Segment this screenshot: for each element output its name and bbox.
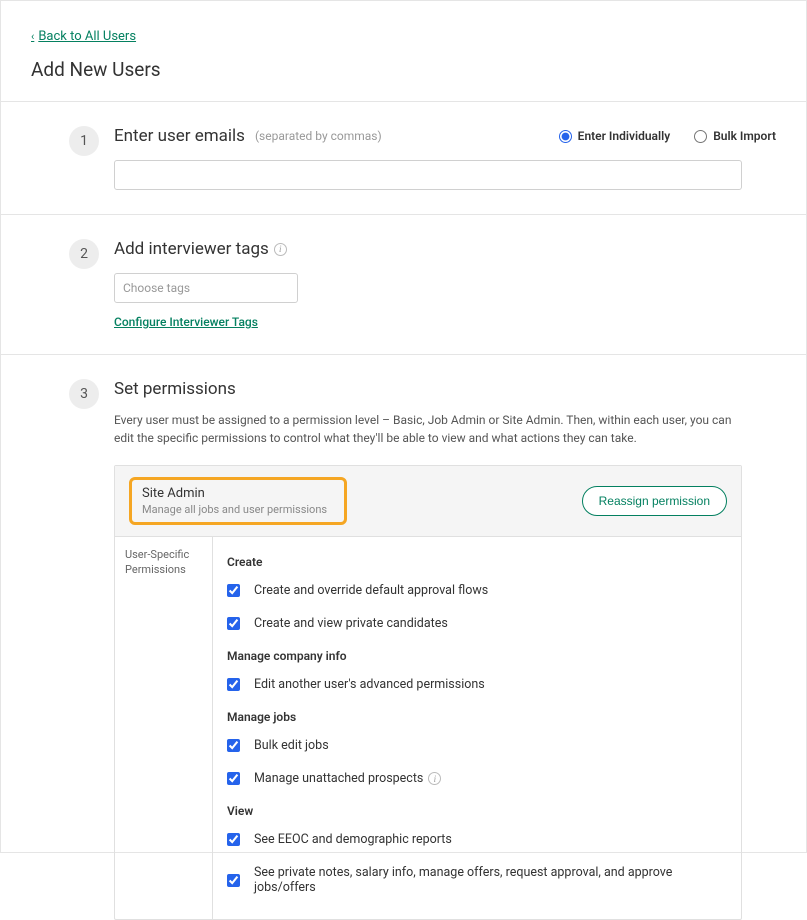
permissions-sidebar-label: User-Specific Permissions — [115, 537, 213, 919]
radio-enter-individually-label: Enter Individually — [578, 129, 671, 143]
perm-manage-unattached-prospects[interactable]: Manage unattached prospects i — [227, 771, 727, 786]
step-2-title-row: Add interviewer tags i — [114, 239, 776, 259]
permission-role-name: Site Admin — [142, 486, 334, 501]
perm-checkbox[interactable] — [227, 739, 240, 752]
radio-bulk-import-label: Bulk Import — [713, 129, 776, 143]
permissions-box: Site Admin Manage all jobs and user perm… — [114, 465, 742, 920]
perm-checkbox[interactable] — [227, 617, 240, 630]
perm-label: Edit another user's advanced permissions — [254, 677, 485, 692]
permissions-description: Every user must be assigned to a permiss… — [114, 411, 744, 447]
step-1-hint: (separated by commas) — [255, 129, 382, 143]
perm-label: Create and override default approval flo… — [254, 583, 488, 598]
back-link-label: Back to All Users — [38, 29, 136, 44]
chevron-left-icon: ‹ — [31, 30, 34, 43]
perm-checkbox[interactable] — [227, 874, 240, 887]
step-number-2: 2 — [69, 239, 99, 269]
tags-placeholder: Choose tags — [123, 281, 190, 295]
step-3-title: Set permissions — [114, 379, 776, 399]
perm-group-create: Create — [227, 555, 727, 569]
permissions-main: Create Create and override default appro… — [213, 537, 741, 919]
back-to-all-users-link[interactable]: ‹ Back to All Users — [31, 29, 136, 44]
radio-bulk-import-input[interactable] — [694, 130, 707, 143]
perm-label: Manage unattached prospects — [254, 771, 423, 786]
perm-checkbox[interactable] — [227, 833, 240, 846]
reassign-permission-button[interactable]: Reassign permission — [582, 486, 727, 516]
info-icon[interactable]: i — [428, 772, 441, 785]
perm-label: See EEOC and demographic reports — [254, 832, 452, 847]
permission-role-highlight: Site Admin Manage all jobs and user perm… — [129, 477, 347, 525]
perm-group-view: View — [227, 804, 727, 818]
perm-create-private-candidates[interactable]: Create and view private candidates — [227, 616, 727, 631]
permission-role-sub: Manage all jobs and user permissions — [142, 503, 334, 516]
step-2-section: 2 Add interviewer tags i Choose tags Con… — [31, 215, 776, 354]
perm-label: Create and view private candidates — [254, 616, 448, 631]
step-number-3: 3 — [69, 379, 99, 409]
perm-edit-advanced-permissions[interactable]: Edit another user's advanced permissions — [227, 677, 727, 692]
perm-label: See private notes, salary info, manage o… — [254, 865, 727, 895]
perm-checkbox[interactable] — [227, 772, 240, 785]
perm-checkbox[interactable] — [227, 678, 240, 691]
permissions-body: User-Specific Permissions Create Create … — [115, 537, 741, 919]
perm-group-manage-jobs: Manage jobs — [227, 710, 727, 724]
radio-bulk-import[interactable]: Bulk Import — [694, 129, 776, 143]
tags-input[interactable]: Choose tags — [114, 273, 298, 303]
radio-enter-individually-input[interactable] — [559, 130, 572, 143]
step-1-title: Enter user emails — [114, 126, 245, 146]
perm-label: Bulk edit jobs — [254, 738, 329, 753]
step-1-title-row: Enter user emails (separated by commas) — [114, 126, 382, 146]
step-2-title: Add interviewer tags — [114, 239, 269, 259]
info-icon[interactable]: i — [274, 243, 287, 256]
step-3-section: 3 Set permissions Every user must be ass… — [31, 355, 776, 920]
perm-bulk-edit-jobs[interactable]: Bulk edit jobs — [227, 738, 727, 753]
permissions-header: Site Admin Manage all jobs and user perm… — [115, 466, 741, 537]
perm-checkbox[interactable] — [227, 584, 240, 597]
step-number-1: 1 — [69, 126, 99, 156]
perm-see-private-notes[interactable]: See private notes, salary info, manage o… — [227, 865, 727, 895]
configure-interviewer-tags-link[interactable]: Configure Interviewer Tags — [114, 315, 258, 329]
page-title: Add New Users — [31, 58, 776, 81]
user-emails-input[interactable] — [114, 160, 742, 190]
radio-enter-individually[interactable]: Enter Individually — [559, 129, 671, 143]
perm-create-approval-flows[interactable]: Create and override default approval flo… — [227, 583, 727, 598]
step-1-section: 1 Enter user emails (separated by commas… — [31, 102, 776, 214]
perm-see-eeoc-reports[interactable]: See EEOC and demographic reports — [227, 832, 727, 847]
perm-group-manage-company: Manage company info — [227, 649, 727, 663]
entry-mode-radio-group: Enter Individually Bulk Import — [559, 129, 776, 143]
